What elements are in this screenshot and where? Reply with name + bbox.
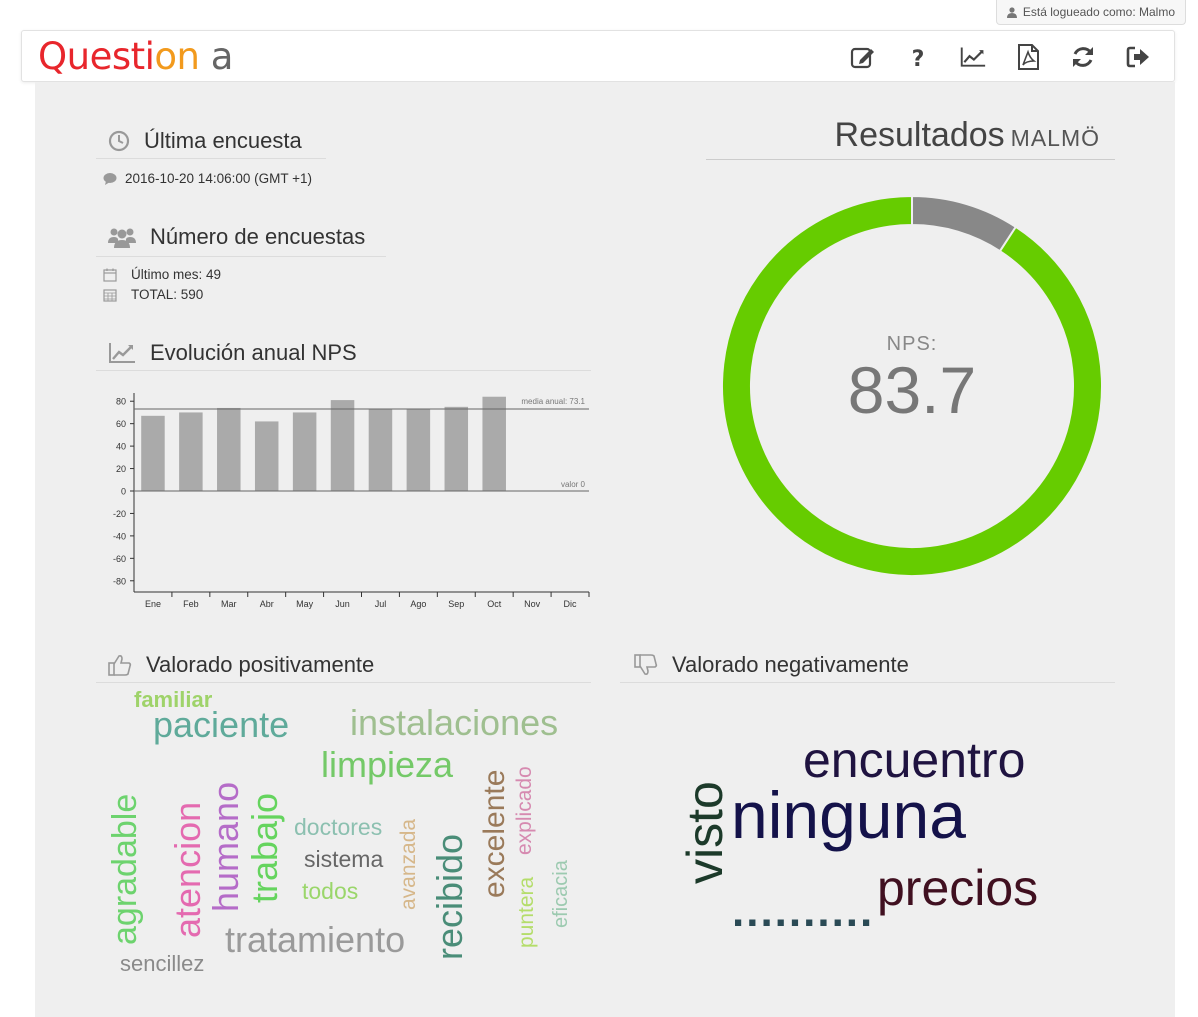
bar-ene [141, 415, 165, 491]
bar-may [292, 412, 317, 491]
zero-label: valor 0 [561, 480, 586, 489]
y-tick-label: 20 [116, 464, 126, 474]
word-sistema: sistema [304, 846, 384, 872]
chart-line-icon [108, 342, 136, 364]
word-visto: visto [677, 781, 733, 884]
divider [96, 158, 326, 159]
ultima-encuesta-title: Última encuesta [108, 128, 302, 154]
y-tick-label: -80 [113, 576, 126, 586]
y-tick-label: 80 [116, 397, 126, 407]
help-icon[interactable]: ? [904, 43, 932, 71]
numero-encuestas-title: Número de encuestas [108, 224, 365, 250]
x-tick-label: Ene [145, 599, 161, 609]
x-tick-label: Jun [335, 599, 350, 609]
refresh-icon[interactable] [1069, 43, 1097, 71]
word-explicado: explicado [513, 766, 536, 855]
user-icon [1006, 6, 1017, 18]
calendar-grid-icon [103, 288, 117, 302]
login-text: Está logueado como: Malmo [1022, 5, 1175, 19]
x-tick-label: Oct [487, 599, 502, 609]
bar-sep [444, 406, 469, 491]
divider [96, 682, 591, 683]
y-tick-label: 60 [116, 419, 126, 429]
nps-bar-chart: 80 60 40 20 0 -20 -40 -60 -80 Ene Feb Mar Abr May Jun J… [113, 393, 590, 609]
word-dots: .......... [732, 887, 875, 936]
word-agradable: agradable [106, 793, 144, 945]
word-atencion: atencion [167, 801, 208, 938]
word-doctores: doctores [294, 814, 383, 840]
x-tick-label: May [296, 599, 314, 609]
thumbs-down-icon [634, 654, 658, 676]
divider [96, 256, 386, 257]
bar-abr [254, 421, 279, 491]
nav-toolbar: ? [849, 43, 1152, 71]
y-tick-label: -60 [113, 554, 126, 564]
evolucion-nps-title: Evolución anual NPS [108, 340, 357, 366]
bar-ago [406, 409, 431, 491]
word-trabajo: trabajo [244, 792, 285, 903]
word-tratamiento: tratamiento [225, 919, 406, 960]
navbar: Question a ? [21, 30, 1175, 82]
nps-value: 83.7 [847, 353, 977, 427]
bar-jul [368, 409, 393, 491]
x-tick-label: Sep [448, 599, 464, 609]
clock-icon [108, 130, 130, 152]
bar-feb [179, 412, 203, 491]
word-recibido: recibido [429, 833, 470, 960]
login-badge: Está logueado como: Malmo [995, 0, 1186, 25]
y-tick-label: 40 [116, 442, 126, 452]
word-sencillez: sencillez [120, 951, 205, 976]
total-count: TOTAL: 590 [103, 287, 203, 302]
logout-icon[interactable] [1124, 43, 1152, 71]
y-tick-label: -20 [113, 509, 126, 519]
x-tick-label: Abr [260, 599, 274, 609]
donut-segment-gray [911, 194, 1018, 253]
x-tick-label: Ago [410, 599, 426, 609]
users-icon [108, 226, 136, 248]
logo[interactable]: Question a [38, 35, 233, 79]
divider [706, 159, 1115, 160]
negativo-title: Valorado negativamente [634, 652, 909, 678]
x-tick-label: Jul [375, 599, 387, 609]
bar-jun [330, 400, 355, 491]
word-todos: todos [302, 878, 359, 904]
divider [96, 370, 591, 371]
word-puntera: puntera [515, 876, 538, 948]
y-tick-label: 0 [121, 487, 126, 497]
word-avanzada: avanzada [397, 818, 420, 910]
word-eficacia: eficacia [550, 860, 572, 928]
y-tick-label: -40 [113, 531, 126, 541]
word-humano: humano [205, 781, 246, 912]
comment-icon [103, 172, 117, 185]
divider [620, 682, 1115, 683]
word-limpieza: limpieza [321, 744, 454, 785]
chart-line-icon[interactable] [959, 43, 987, 71]
x-tick-label: Dic [564, 599, 577, 609]
thumbs-up-icon [108, 654, 132, 676]
bar-oct [482, 396, 506, 491]
last-survey-date: 2016-10-20 14:06:00 (GMT +1) [103, 171, 312, 186]
edit-icon[interactable] [849, 43, 877, 71]
bar-mar [217, 407, 241, 491]
word-paciente: paciente [153, 704, 290, 745]
svg-text:?: ? [912, 47, 925, 70]
positivo-title: Valorado positivamente [108, 652, 374, 678]
last-month-count: Último mes: 49 [103, 267, 221, 282]
x-tick-label: Mar [221, 599, 237, 609]
pdf-icon[interactable] [1014, 43, 1042, 71]
x-tick-label: Nov [524, 599, 541, 609]
word-excelente: excelente [478, 769, 511, 898]
resultados-title: Resultados MALMÖ [834, 116, 1100, 154]
word-precios: precios [877, 860, 1039, 916]
calendar-icon [103, 268, 117, 282]
mean-label: media anual: 73.1 [521, 397, 585, 406]
x-tick-label: Feb [183, 599, 199, 609]
word-ninguna: ninguna [731, 778, 966, 852]
word-instalaciones: instalaciones [350, 702, 559, 743]
